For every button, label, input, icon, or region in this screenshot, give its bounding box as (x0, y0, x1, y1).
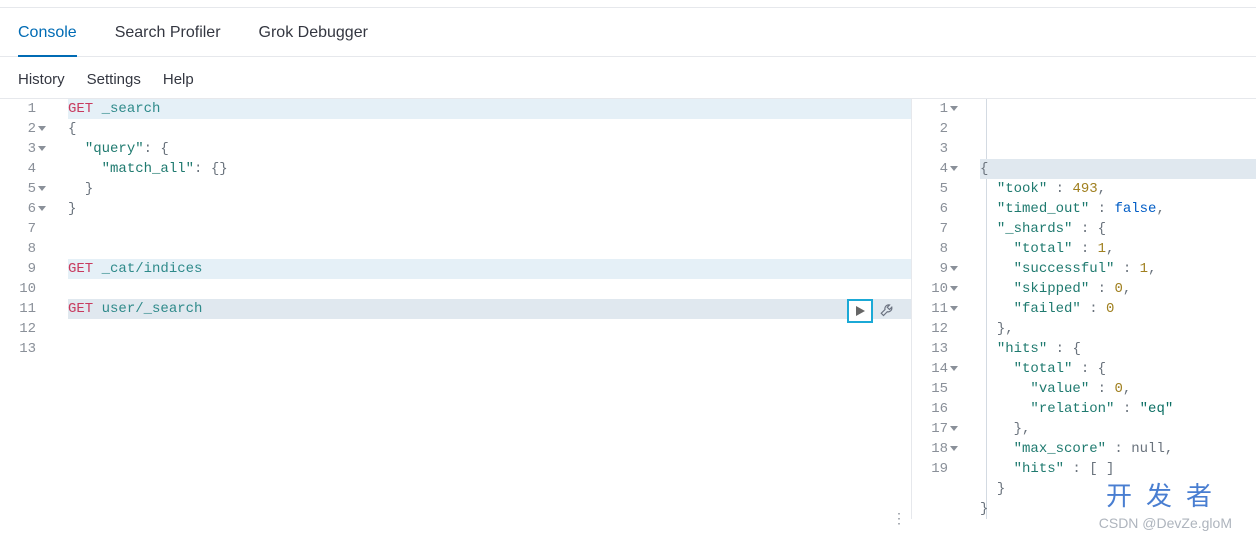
request-actions (847, 299, 899, 323)
code-line: "total" : 1, (980, 239, 1256, 259)
code-line: "total" : { (980, 359, 1256, 379)
line-number: 3 (0, 139, 46, 159)
code-line: }, (980, 319, 1256, 339)
response-viewer[interactable]: 12345678910111213141516171819 { "took" :… (911, 99, 1256, 519)
line-number: 8 (912, 239, 958, 259)
line-number: 6 (0, 199, 46, 219)
response-code: { "took" : 493, "timed_out" : false, "_s… (964, 99, 1256, 519)
line-number: 18 (912, 439, 958, 459)
request-options-button[interactable] (877, 300, 899, 322)
code-line: }, (980, 419, 1256, 439)
code-line[interactable]: { (68, 119, 911, 139)
code-line: "timed_out" : false, (980, 199, 1256, 219)
watermark-brand: 开发者 (1106, 476, 1226, 513)
line-number: 1 (0, 99, 46, 119)
request-gutter: 12345678910111213 (0, 99, 52, 519)
line-number: 4 (0, 159, 46, 179)
line-number: 13 (912, 339, 958, 359)
line-number: 8 (0, 239, 46, 259)
console-subtabs: History Settings Help (0, 57, 1256, 98)
line-number: 3 (912, 139, 958, 159)
code-line[interactable]: GET _search (68, 99, 911, 119)
play-icon (854, 305, 866, 317)
code-line: "hits" : { (980, 339, 1256, 359)
code-line[interactable] (68, 339, 911, 359)
line-number: 9 (0, 259, 46, 279)
code-line: "_shards" : { (980, 219, 1256, 239)
top-divider (0, 0, 1256, 8)
line-number: 7 (0, 219, 46, 239)
line-number: 2 (912, 119, 958, 139)
code-line: "took" : 493, (980, 179, 1256, 199)
line-number: 10 (0, 279, 46, 299)
code-line[interactable] (68, 239, 911, 259)
code-line[interactable] (68, 279, 911, 299)
line-number: 11 (0, 299, 46, 319)
line-number: 12 (0, 319, 46, 339)
line-number: 14 (912, 359, 958, 379)
code-line: "value" : 0, (980, 379, 1256, 399)
line-number: 7 (912, 219, 958, 239)
line-number: 10 (912, 279, 958, 299)
code-line[interactable] (68, 319, 911, 339)
code-line[interactable]: GET user/_search (68, 299, 911, 319)
request-code[interactable]: GET _search{ "query": { "match_all": {} … (52, 99, 911, 519)
code-line[interactable]: "query": { (68, 139, 911, 159)
code-line[interactable]: GET _cat/indices (68, 259, 911, 279)
wrench-icon (879, 302, 897, 320)
tab-profiler[interactable]: Search Profiler (115, 24, 221, 56)
subtab-settings[interactable]: Settings (87, 71, 141, 88)
request-editor[interactable]: 12345678910111213 GET _search{ "query": … (0, 99, 911, 519)
tab-grok[interactable]: Grok Debugger (259, 24, 368, 56)
run-request-button[interactable] (847, 299, 873, 323)
code-line: { (980, 159, 1256, 179)
line-number: 9 (912, 259, 958, 279)
line-number: 17 (912, 419, 958, 439)
code-line: "max_score" : null, (980, 439, 1256, 459)
code-line[interactable]: "match_all": {} (68, 159, 911, 179)
watermark-credit: CSDN @DevZe.gloM (1099, 515, 1232, 531)
line-number: 19 (912, 459, 958, 479)
subtab-history[interactable]: History (18, 71, 65, 88)
line-number: 6 (912, 199, 958, 219)
line-number: 15 (912, 379, 958, 399)
code-line: "successful" : 1, (980, 259, 1256, 279)
editor-split: 12345678910111213 GET _search{ "query": … (0, 98, 1256, 519)
line-number: 4 (912, 159, 958, 179)
code-line[interactable]: } (68, 199, 911, 219)
code-line[interactable]: } (68, 179, 911, 199)
subtab-help[interactable]: Help (163, 71, 194, 88)
code-line: "relation" : "eq" (980, 399, 1256, 419)
line-number: 13 (0, 339, 46, 359)
line-number: 1 (912, 99, 958, 119)
line-number: 5 (912, 179, 958, 199)
main-tabs: Console Search Profiler Grok Debugger (0, 8, 1256, 57)
line-number: 5 (0, 179, 46, 199)
code-line[interactable] (68, 219, 911, 239)
line-number: 12 (912, 319, 958, 339)
code-line: "skipped" : 0, (980, 279, 1256, 299)
line-number: 2 (0, 119, 46, 139)
resize-handle-icon[interactable]: ⋮ (892, 510, 908, 527)
line-number: 16 (912, 399, 958, 419)
code-line: "failed" : 0 (980, 299, 1256, 319)
tab-console[interactable]: Console (18, 24, 77, 56)
line-number: 11 (912, 299, 958, 319)
response-gutter: 12345678910111213141516171819 (912, 99, 964, 519)
